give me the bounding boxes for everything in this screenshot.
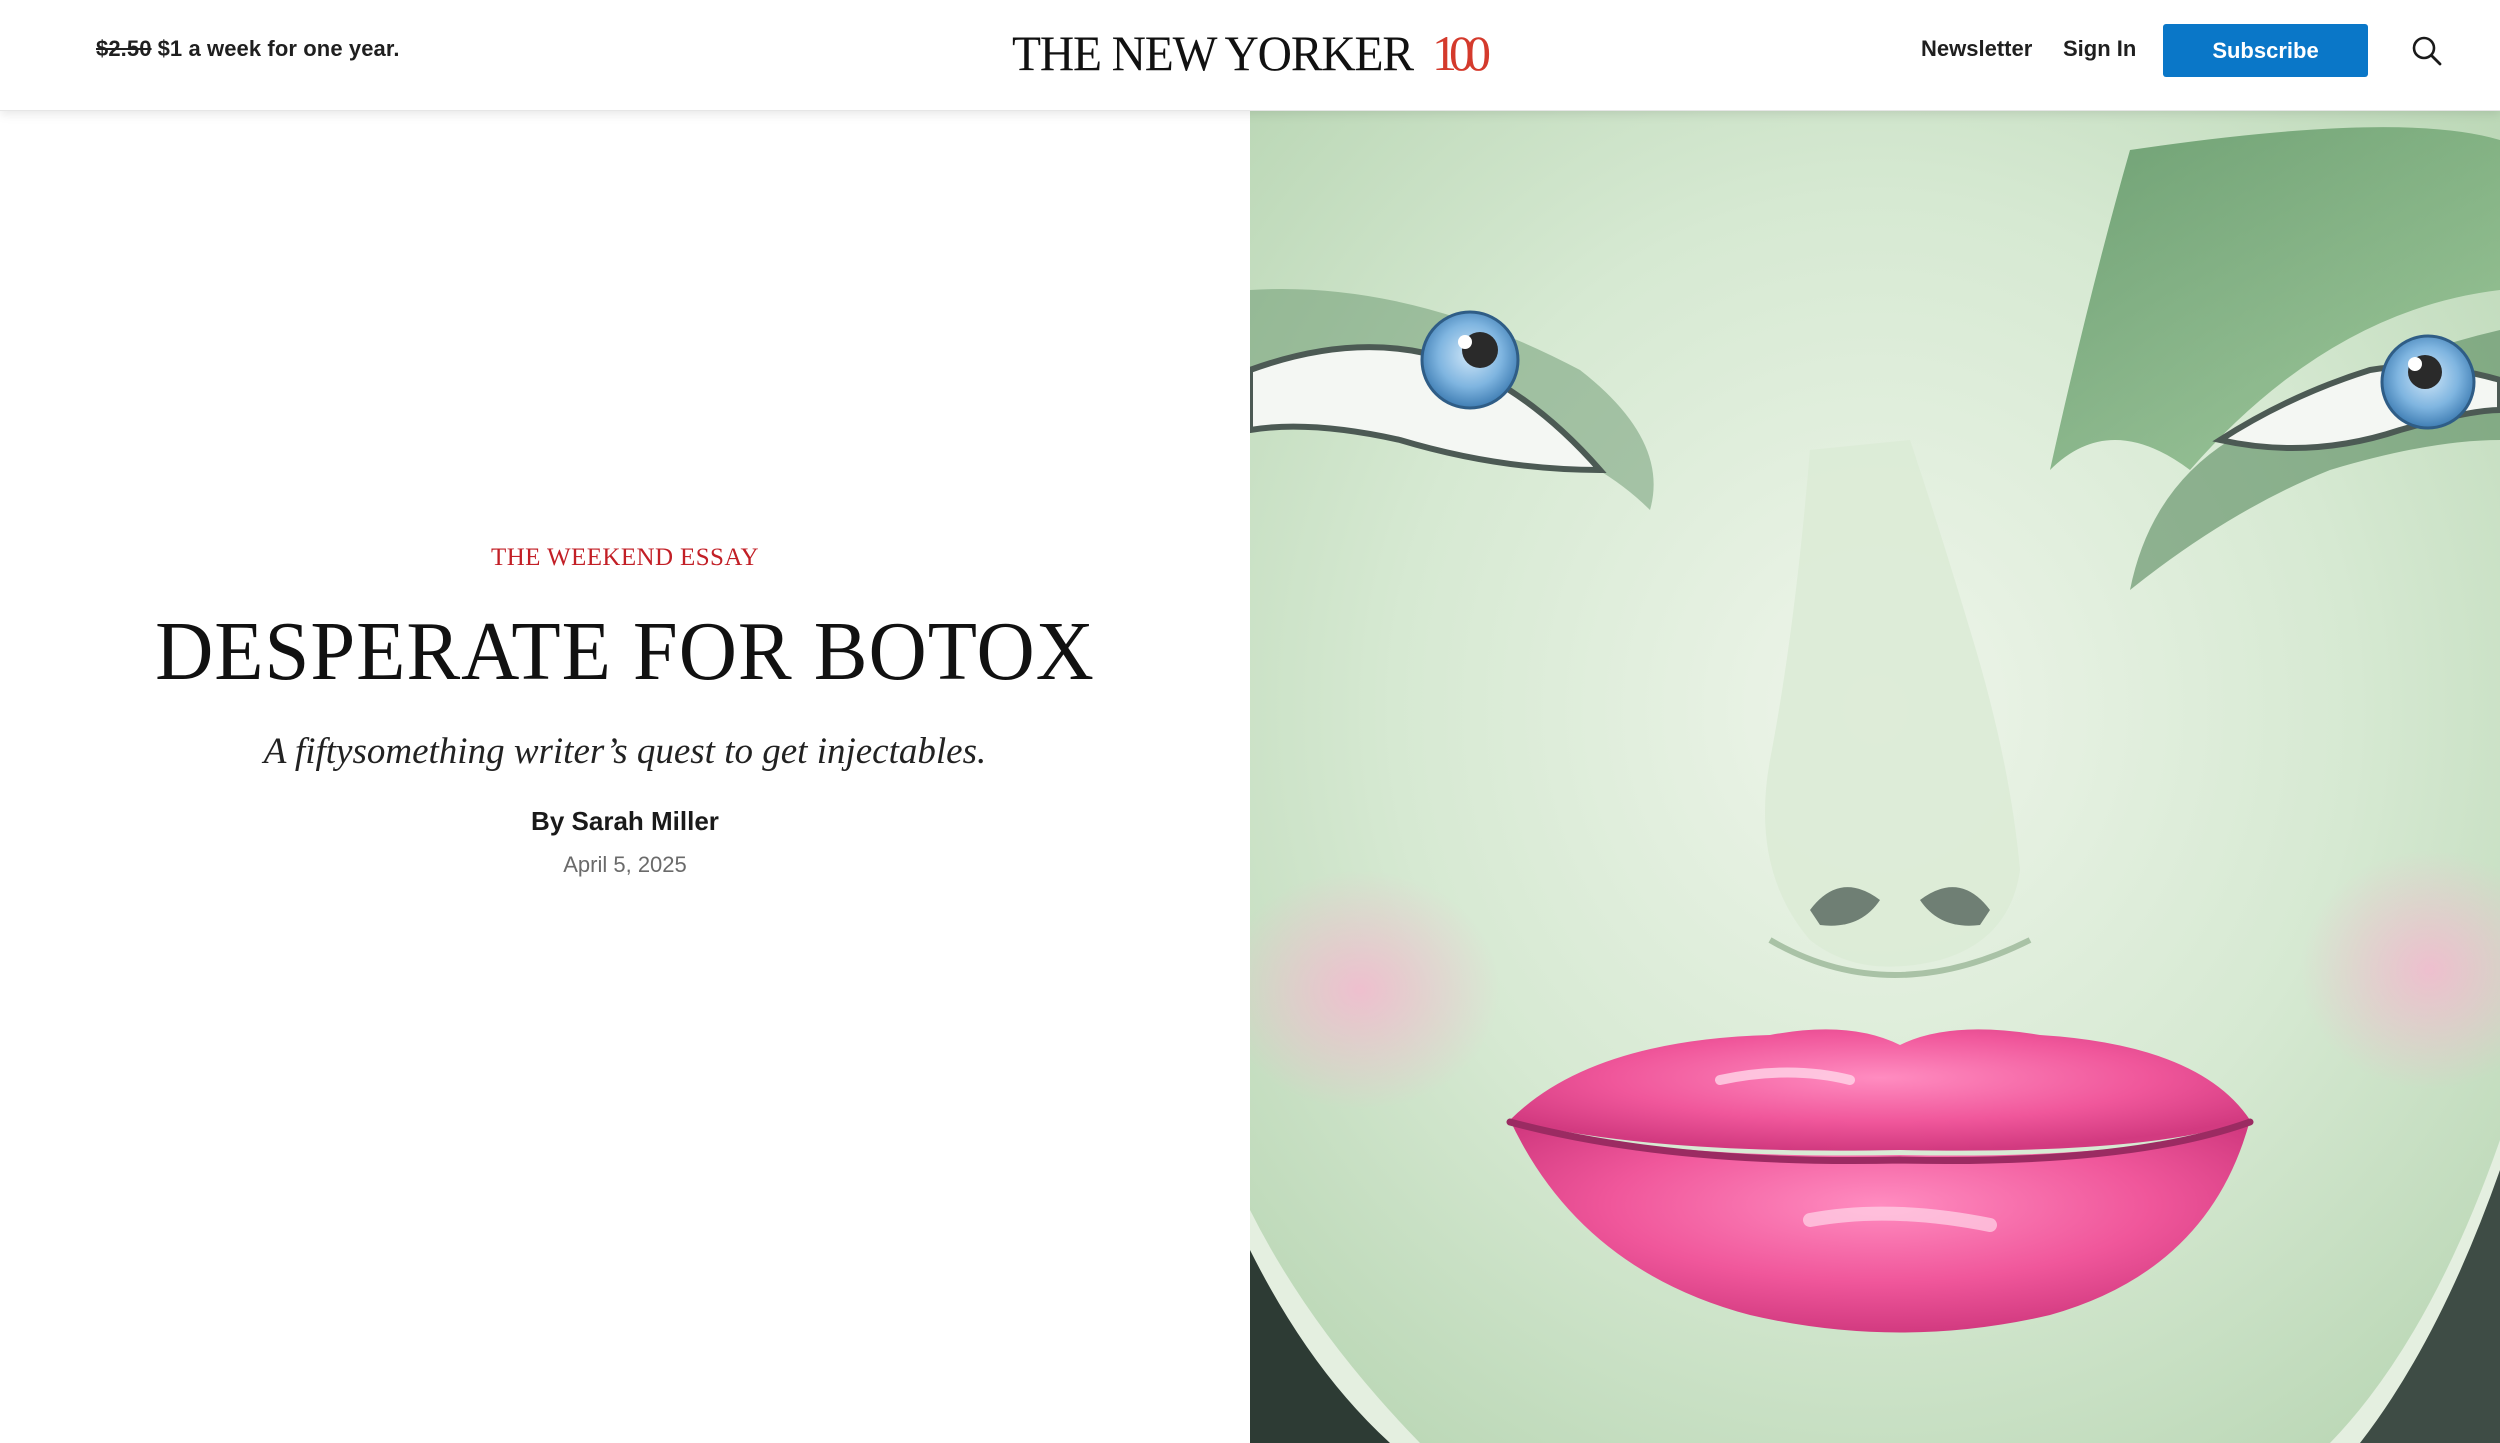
- byline-prefix: By: [531, 806, 565, 836]
- search-button[interactable]: [2410, 34, 2444, 68]
- promo-old-price: $2.50: [96, 36, 152, 61]
- article-headline: DESPERATE FOR BOTOX: [155, 605, 1095, 698]
- logo-wordmark: THE NEW YORKER: [1012, 25, 1414, 81]
- article-dek: A fiftysomething writer’s quest to get i…: [263, 731, 987, 772]
- article-rubric[interactable]: THE WEEKEND ESSAY: [0, 544, 1250, 572]
- promo-offer: $1 a week for one year.: [157, 36, 400, 61]
- article-header: THE WEEKEND ESSAY DESPERATE FOR BOTOX A …: [0, 110, 1250, 1443]
- subscription-promo[interactable]: $2.50 $1 a week for one year.: [96, 36, 400, 62]
- hero-illustration: [1250, 110, 2500, 1443]
- search-icon: [2412, 36, 2442, 66]
- newsletter-link[interactable]: Newsletter: [1921, 36, 2032, 62]
- article-byline: By Sarah Miller: [0, 806, 1250, 837]
- sign-in-link[interactable]: Sign In: [2063, 36, 2136, 62]
- subscribe-button[interactable]: Subscribe: [2163, 24, 2368, 77]
- logo-anniversary-mark: 100: [1432, 25, 1491, 81]
- site-header: $2.50 $1 a week for one year. THE NEW YOR…: [0, 0, 2500, 111]
- publish-date: April 5, 2025: [563, 852, 687, 877]
- site-logo[interactable]: THE NEW YORKER 100: [1012, 24, 1491, 84]
- author-link[interactable]: Sarah Miller: [572, 806, 719, 836]
